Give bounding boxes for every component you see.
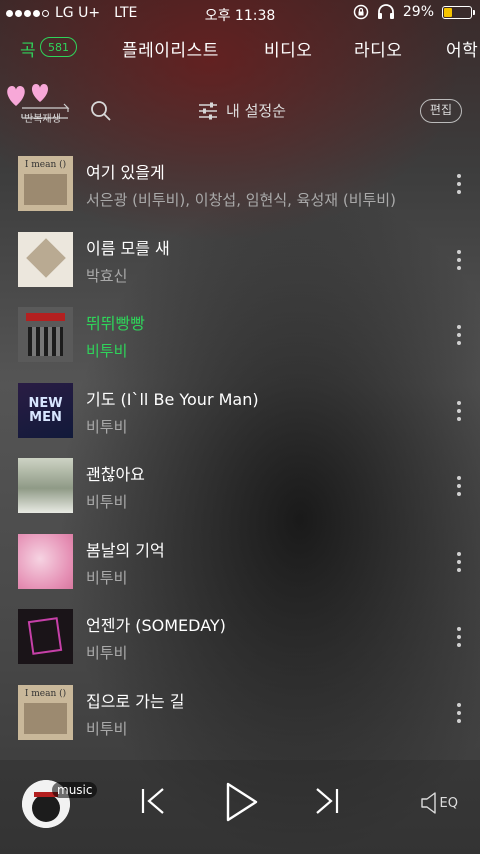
- tab-language[interactable]: 어학: [446, 36, 478, 61]
- more-options-icon[interactable]: [456, 627, 462, 647]
- rotation-lock-icon: [353, 4, 369, 20]
- edit-button[interactable]: 편집: [419, 99, 462, 123]
- song-row[interactable]: NEW MEN 기도 (I`ll Be Your Man) 비투비: [0, 369, 480, 445]
- song-row[interactable]: 괜찮아요 비투비: [0, 444, 480, 520]
- sort-label: 내 설정순: [226, 102, 286, 120]
- repeat-label: 반복재생: [24, 114, 61, 125]
- more-options-icon[interactable]: [456, 174, 462, 194]
- song-count-badge: 581: [40, 37, 77, 57]
- music-tag: music: [52, 782, 98, 798]
- repeat-button[interactable]: 반복재생: [7, 84, 74, 128]
- top-tabs: 곡 581 플레이리스트 비디오 라디오 어학: [0, 32, 480, 64]
- song-artist: 비투비: [86, 568, 128, 587]
- more-options-icon[interactable]: [456, 476, 462, 496]
- song-artist: 비투비: [86, 719, 128, 738]
- album-art: [18, 231, 73, 287]
- song-artist: 비투비: [86, 417, 128, 436]
- song-row[interactable]: 봄날의 기억 비투비: [0, 520, 480, 596]
- song-artist: 서은광 (비투비), 이창섭, 임현식, 육성재 (비투비): [86, 191, 396, 209]
- battery-percent: 29%: [402, 4, 434, 20]
- song-title: 괜찮아요: [86, 465, 145, 484]
- tab-radio[interactable]: 라디오: [354, 36, 402, 61]
- song-title: 이름 모를 새: [86, 238, 170, 258]
- tab-playlists[interactable]: 플레이리스트: [122, 36, 219, 61]
- song-row[interactable]: I mean () 집으로 가는 길 비투비: [0, 671, 480, 747]
- next-icon[interactable]: [312, 785, 342, 817]
- song-artist: 비투비: [86, 493, 128, 511]
- play-icon[interactable]: [222, 780, 260, 824]
- song-title: 뛰뛰빵빵: [86, 314, 145, 333]
- battery-icon: [442, 5, 475, 19]
- status-bar: LG U+ LTE 오후 11:38 29%: [0, 0, 480, 28]
- song-title: 언젠가 (SOMEDAY): [86, 616, 226, 635]
- album-art: [18, 609, 73, 664]
- song-artist: 박효신: [86, 266, 128, 285]
- song-row[interactable]: 이름 모를 새 박효신: [0, 218, 480, 294]
- tab-songs[interactable]: 곡: [20, 36, 36, 61]
- eq-label: EQ: [439, 795, 458, 811]
- song-title: 기도 (I`ll Be Your Man): [86, 389, 259, 409]
- more-options-icon[interactable]: [456, 551, 462, 572]
- more-options-icon[interactable]: [456, 400, 462, 421]
- tab-videos[interactable]: 비디오: [264, 36, 312, 61]
- search-icon[interactable]: [90, 100, 112, 122]
- mini-player: music EQ: [0, 760, 480, 854]
- list-toolbar: 반복재생 내 설정순 편집: [0, 76, 480, 136]
- headphones-icon: [377, 4, 394, 19]
- previous-icon[interactable]: [138, 785, 168, 817]
- song-title: 여기 있을게: [86, 163, 165, 182]
- more-options-icon[interactable]: [456, 249, 462, 270]
- album-art: I mean (): [18, 156, 73, 211]
- eq-button[interactable]: EQ: [420, 790, 458, 816]
- album-art: [18, 307, 73, 362]
- sort-button[interactable]: 내 설정순: [198, 100, 286, 121]
- status-right: 29%: [353, 4, 475, 20]
- speaker-icon: [420, 792, 436, 814]
- album-art: NEW MEN: [18, 382, 73, 438]
- more-options-icon[interactable]: [456, 325, 462, 345]
- song-row[interactable]: I mean () 여기 있을게 서은광 (비투비), 이창섭, 임현식, 육성…: [0, 142, 480, 218]
- song-title: 집으로 가는 길: [86, 691, 185, 711]
- song-artist: 비투비: [86, 644, 128, 662]
- song-artist: 비투비: [86, 342, 128, 360]
- album-art: I mean (): [18, 684, 73, 740]
- more-options-icon[interactable]: [456, 702, 462, 723]
- sort-settings-icon: [199, 102, 217, 119]
- song-row[interactable]: 언젠가 (SOMEDAY) 비투비: [0, 595, 480, 671]
- song-list: I mean () 여기 있을게 서은광 (비투비), 이창섭, 임현식, 육성…: [0, 142, 480, 746]
- song-row-playing[interactable]: 뛰뛰빵빵 비투비: [0, 293, 480, 369]
- song-title: 봄날의 기억: [86, 540, 165, 560]
- album-art: [18, 458, 73, 513]
- album-art: [18, 533, 73, 589]
